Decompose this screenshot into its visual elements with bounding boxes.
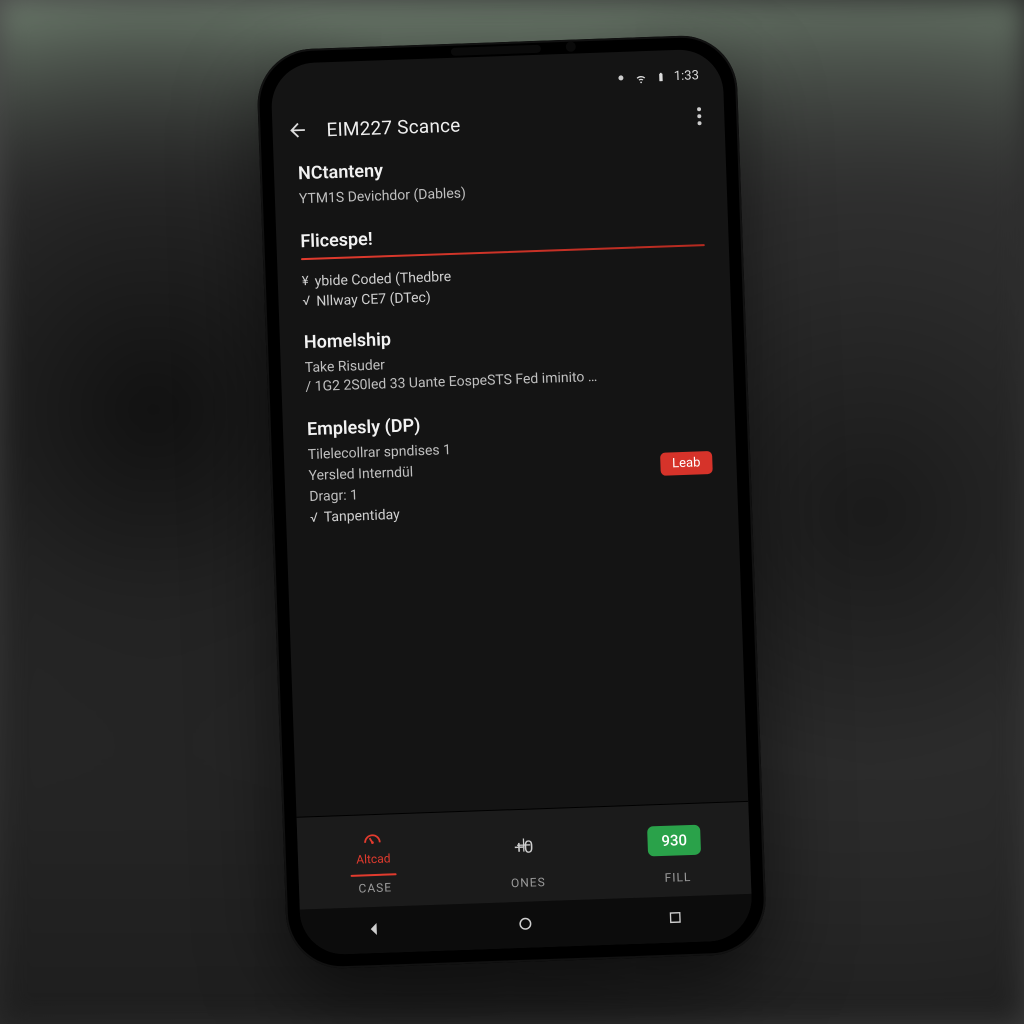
gauge-icon bbox=[361, 826, 384, 849]
content-scroll[interactable]: NCtanteny YTM1S Devichdor (Dables) Flice… bbox=[274, 142, 749, 816]
nav-home-icon[interactable] bbox=[516, 914, 537, 935]
section-nctanteny[interactable]: NCtanteny YTM1S Devichdor (Dables) bbox=[298, 149, 703, 209]
sub-label: CASE bbox=[358, 880, 392, 895]
list-item-label: Nllway CE7 (DTec) bbox=[316, 290, 431, 310]
nav-back-icon[interactable] bbox=[365, 920, 386, 941]
section-homelship[interactable]: Homelship Take Risuder / 1G2 2S0led 33 U… bbox=[304, 318, 710, 397]
active-tab-underline bbox=[351, 873, 397, 877]
tab-fill[interactable]: 930 bbox=[598, 810, 751, 871]
battery-icon bbox=[654, 69, 668, 83]
leab-badge[interactable]: Leab bbox=[660, 451, 713, 476]
screen: 1:33 EIM227 Scance NCtanteny YTM1S Devic… bbox=[270, 48, 753, 955]
section-emplesly[interactable]: Emplesly (DP) Tilelecollrar spndises 1 Y… bbox=[307, 405, 715, 527]
bottom-tab-strip: Altcad ＋ +0 930 CASE ONES FILL bbox=[297, 801, 752, 910]
back-arrow-icon[interactable] bbox=[286, 119, 309, 142]
front-camera bbox=[566, 41, 576, 51]
tab-label: +0 bbox=[514, 837, 534, 858]
settings-dot-icon bbox=[614, 71, 628, 85]
wifi-icon bbox=[634, 70, 648, 84]
tab-plus[interactable]: ＋ +0 bbox=[447, 815, 600, 876]
phone-device-frame: 1:33 EIM227 Scance NCtanteny YTM1S Devic… bbox=[256, 34, 768, 970]
app-title: EIM227 Scance bbox=[326, 106, 671, 141]
status-time: 1:33 bbox=[674, 68, 700, 84]
tab-altcad[interactable]: Altcad bbox=[297, 820, 450, 881]
sub-label: FILL bbox=[664, 870, 691, 885]
nav-recents-icon[interactable] bbox=[667, 909, 688, 930]
list-item-label: Tanpentiday bbox=[324, 507, 400, 526]
section-flicespe[interactable]: Flicespe! ybide Coded (Thedbre Nllway CE… bbox=[300, 217, 707, 310]
list-item-label: ybide Coded (Thedbre bbox=[314, 269, 451, 290]
overflow-menu-icon[interactable] bbox=[688, 105, 711, 128]
tab-label: Altcad bbox=[356, 851, 391, 866]
section-line: Yersled Interndül bbox=[308, 463, 413, 486]
sub-label: ONES bbox=[511, 875, 546, 890]
value-pill: 930 bbox=[647, 825, 702, 857]
